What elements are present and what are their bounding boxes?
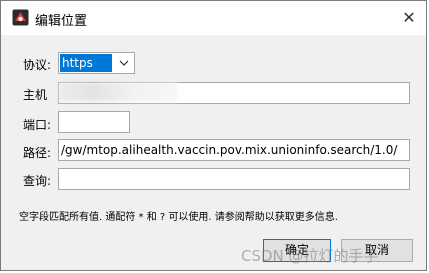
- port-input[interactable]: [58, 111, 130, 133]
- dialog-title: 编辑位置: [35, 14, 88, 29]
- charles-app-icon: [12, 9, 29, 26]
- redacted-host-overlay: [58, 82, 178, 102]
- port-label: 端口:: [23, 118, 52, 132]
- cancel-button[interactable]: 取消: [341, 239, 413, 262]
- query-input[interactable]: [58, 168, 410, 190]
- close-icon[interactable]: ✕: [392, 1, 426, 35]
- chevron-down-icon: [119, 60, 129, 66]
- protocol-label: 协议:: [23, 58, 52, 72]
- protocol-value: https: [60, 54, 112, 72]
- host-label: 主机: [23, 88, 48, 102]
- help-hint-text: 空字段匹配所有值. 通配符 * 和 ? 可以使用. 请参阅帮助以获取更多信息.: [19, 212, 338, 223]
- protocol-select[interactable]: https: [58, 52, 135, 74]
- ok-button[interactable]: 确定: [263, 239, 331, 262]
- query-label: 查询:: [23, 174, 52, 188]
- path-input[interactable]: /gw/mtop.alihealth.vaccin.pov.mix.unioni…: [58, 139, 410, 161]
- edit-location-dialog: 编辑位置 ✕ 协议: https 主机 端口: 路径: /gw/mtop.ali…: [0, 0, 427, 271]
- path-label: 路径:: [23, 146, 52, 160]
- title-bar[interactable]: 编辑位置 ✕: [1, 1, 426, 35]
